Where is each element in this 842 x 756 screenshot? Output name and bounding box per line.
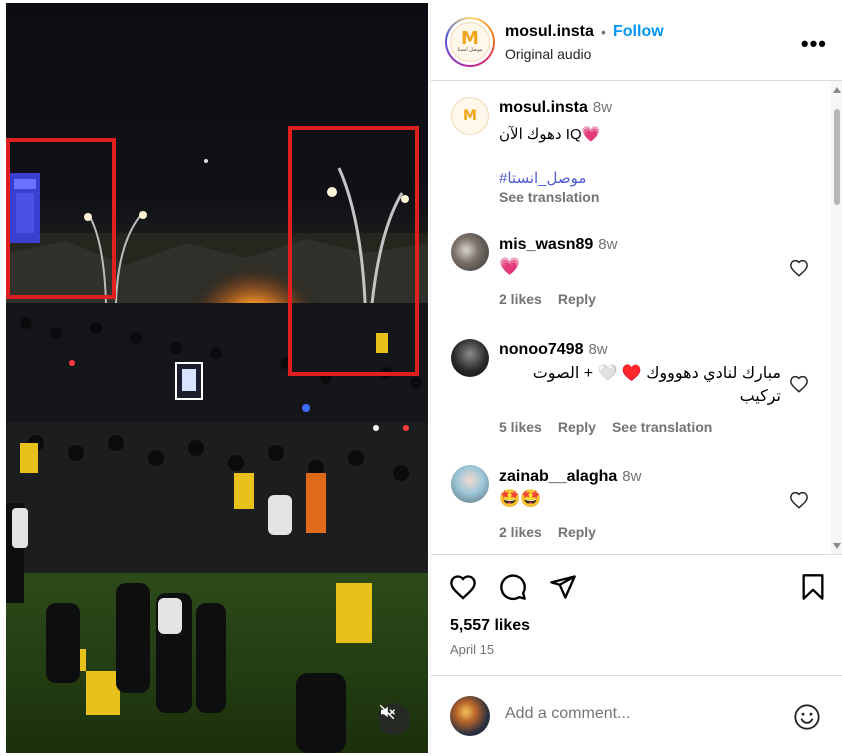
comment-heart-icon[interactable] bbox=[789, 375, 809, 393]
audio-link[interactable]: Original audio bbox=[505, 46, 591, 62]
comment-avatar[interactable] bbox=[451, 233, 489, 271]
post-sidebar: M موصل انستا mosul.insta • Follow Origin… bbox=[430, 3, 842, 753]
post-header: M موصل انستا mosul.insta • Follow Origin… bbox=[431, 3, 842, 81]
share-icon[interactable] bbox=[549, 573, 577, 601]
comment-username[interactable]: zainab__alagha 8w bbox=[499, 468, 641, 486]
caption-text: دهوك الآن IQ💗 bbox=[499, 126, 601, 143]
post-actions bbox=[431, 568, 842, 608]
more-options-icon[interactable]: ••• bbox=[801, 31, 827, 57]
reply-button[interactable]: Reply bbox=[558, 524, 596, 540]
comment-text-line2: تركيب bbox=[739, 388, 781, 405]
scroll-down-arrow-icon[interactable] bbox=[833, 543, 841, 549]
reply-button[interactable]: Reply bbox=[558, 291, 596, 307]
reply-button[interactable]: Reply bbox=[558, 419, 596, 435]
caption-avatar[interactable]: M bbox=[451, 97, 489, 135]
comment-avatar[interactable] bbox=[451, 465, 489, 503]
caption-username[interactable]: mosul.insta 8w bbox=[499, 99, 612, 117]
likes-count[interactable]: 5,557 likes bbox=[450, 617, 530, 635]
follow-button[interactable]: Follow bbox=[613, 23, 664, 41]
comment-meta: 5 likes Reply See translation bbox=[499, 419, 728, 435]
comment-likes[interactable]: 2 likes bbox=[499, 291, 542, 307]
instagram-post-view: M موصل انستا mosul.insta • Follow Origin… bbox=[0, 0, 842, 756]
comment-text: 💗 bbox=[499, 257, 521, 276]
comments-list[interactable]: M mosul.insta 8w دهوك الآن IQ💗 #موصل_انست… bbox=[431, 81, 842, 555]
muted-speaker-icon bbox=[379, 704, 396, 720]
comment-icon[interactable] bbox=[499, 573, 527, 601]
scroll-thumb[interactable] bbox=[834, 109, 840, 205]
see-translation-link[interactable]: See translation bbox=[499, 189, 599, 205]
comment-username[interactable]: nonoo7498 8w bbox=[499, 341, 608, 359]
comment-username[interactable]: mis_wasn89 8w bbox=[499, 236, 617, 254]
post-video[interactable] bbox=[6, 3, 428, 753]
post-date[interactable]: April 15 bbox=[450, 642, 494, 657]
author-avatar[interactable]: M موصل انستا bbox=[445, 17, 495, 67]
comment-meta: 2 likes Reply bbox=[499, 524, 612, 540]
comment-text: 🤩🤩 bbox=[499, 489, 542, 508]
comment-input[interactable] bbox=[505, 705, 765, 723]
emoji-icon[interactable] bbox=[793, 703, 821, 731]
comment-likes[interactable]: 5 likes bbox=[499, 419, 542, 435]
see-translation-link[interactable]: See translation bbox=[612, 419, 712, 435]
comment-meta: 2 likes Reply bbox=[499, 291, 612, 307]
author-username[interactable]: mosul.insta bbox=[505, 23, 594, 41]
comment-text: مبارك لنادي دهوووك ♥️ 🤍 + الصوت bbox=[532, 365, 781, 382]
heart-icon[interactable] bbox=[449, 574, 477, 600]
comment-heart-icon[interactable] bbox=[789, 259, 809, 277]
mute-button[interactable] bbox=[378, 703, 410, 735]
brand-logo: M موصل انستا bbox=[450, 22, 490, 62]
caption-hashtag[interactable]: #موصل_انستا bbox=[499, 169, 586, 187]
separator-dot: • bbox=[601, 24, 606, 40]
comment-avatar[interactable] bbox=[451, 339, 489, 377]
scroll-up-arrow-icon[interactable] bbox=[833, 87, 841, 93]
crowd bbox=[6, 303, 428, 573]
video-frame bbox=[6, 126, 428, 753]
comment-likes[interactable]: 2 likes bbox=[499, 524, 542, 540]
add-comment-bar bbox=[431, 675, 842, 753]
bookmark-icon[interactable] bbox=[801, 573, 825, 601]
current-user-avatar bbox=[450, 696, 490, 736]
comment-heart-icon[interactable] bbox=[789, 491, 809, 509]
comments-scrollbar[interactable] bbox=[831, 81, 842, 554]
